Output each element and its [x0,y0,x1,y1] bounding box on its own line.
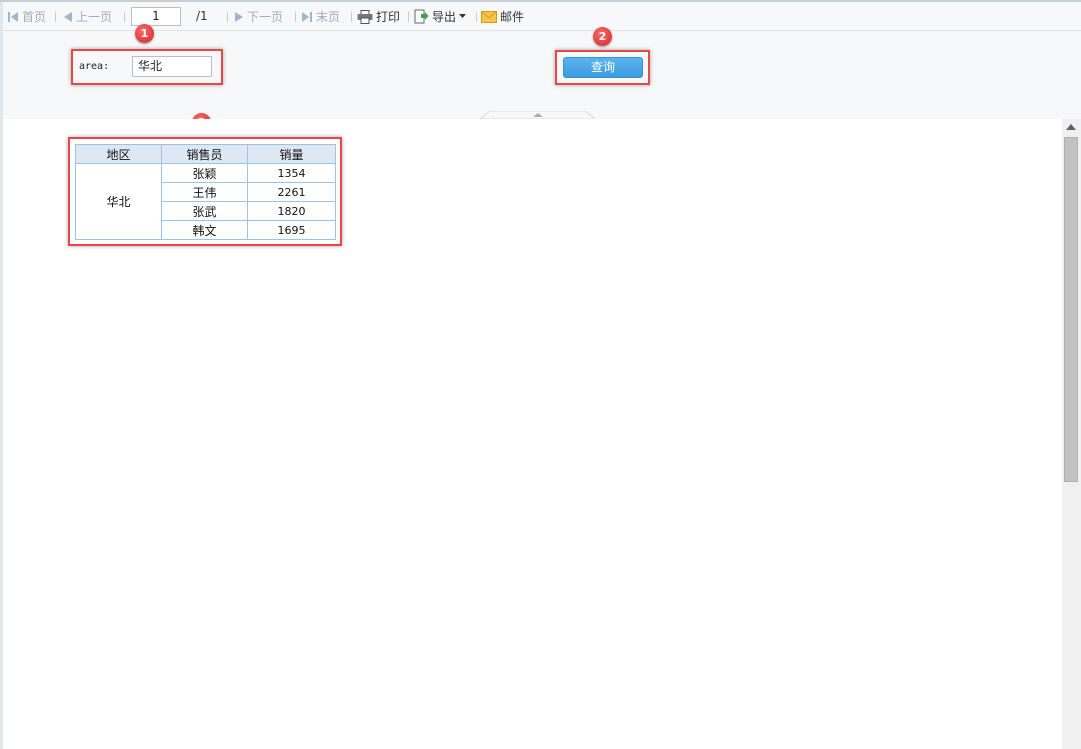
salesperson-cell: 张颖 [161,163,248,183]
chevron-down-icon [459,14,467,18]
quantity-cell: 1820 [247,201,336,221]
quantity-cell: 2261 [247,182,336,202]
toolbar-separator [227,12,228,22]
toolbar-separator [351,12,352,22]
export-label: 导出 [432,10,457,24]
print-button[interactable]: 打印 [357,2,400,31]
last-page-label: 末页 [316,10,341,24]
toolbar-separator [55,12,56,22]
collapse-handle[interactable] [480,111,595,119]
last-page-icon [302,11,312,22]
page-number-input[interactable]: 1 [131,7,181,26]
quantity-cell: 1695 [247,220,336,240]
page-total: /1 [196,9,208,23]
next-page-label: 下一页 [247,10,284,24]
mail-label: 邮件 [500,10,525,24]
badge-2: 2 [593,27,612,46]
header-quantity: 销量 [247,144,336,164]
printer-icon [357,9,373,24]
next-page-icon [235,11,243,22]
export-button[interactable]: 导出 [414,2,467,31]
export-icon [414,9,429,24]
toolbar-separator [408,12,409,22]
header-salesperson: 销售员 [161,144,248,164]
first-page-button[interactable]: 首页 [7,2,46,31]
area-label: area: [79,61,110,72]
header-region: 地区 [75,144,162,164]
salesperson-cell: 韩文 [161,220,248,240]
next-page-button[interactable]: 下一页 [234,2,283,31]
toolbar-separator [476,12,477,22]
table-header-row: 地区 销售员 销量 [75,144,336,164]
badge-1: 1 [135,24,154,43]
prev-page-icon [64,11,72,22]
area-input[interactable]: 华北 [132,56,212,77]
salesperson-cell: 王伟 [161,182,248,202]
first-page-icon [8,11,18,22]
mail-icon [481,10,497,23]
mail-button[interactable]: 邮件 [481,2,524,31]
print-label: 打印 [376,10,401,24]
scroll-up-arrow-icon[interactable] [1066,124,1076,130]
scrollbar-thumb[interactable] [1064,137,1078,482]
salesperson-cell: 张武 [161,201,248,221]
query-button[interactable]: 查询 [563,57,643,78]
first-page-label: 首页 [22,10,47,24]
table-row: 华北 张颖 1354 [75,163,336,240]
prev-page-button[interactable]: 上一页 [63,2,112,31]
toolbar-separator [295,12,296,22]
quantity-cell: 1354 [247,163,336,183]
toolbar: 首页 上一页 1 /1 下一页 末页 打印 导出 邮件 [3,2,1081,31]
prev-page-label: 上一页 [76,10,113,24]
last-page-button[interactable]: 末页 [301,2,340,31]
report-table: 地区 销售员 销量 华北 张颖 1354 王伟 2261 张武 1820 韩文 … [75,144,336,240]
region-cell: 华北 [75,163,162,240]
toolbar-separator [124,12,125,22]
